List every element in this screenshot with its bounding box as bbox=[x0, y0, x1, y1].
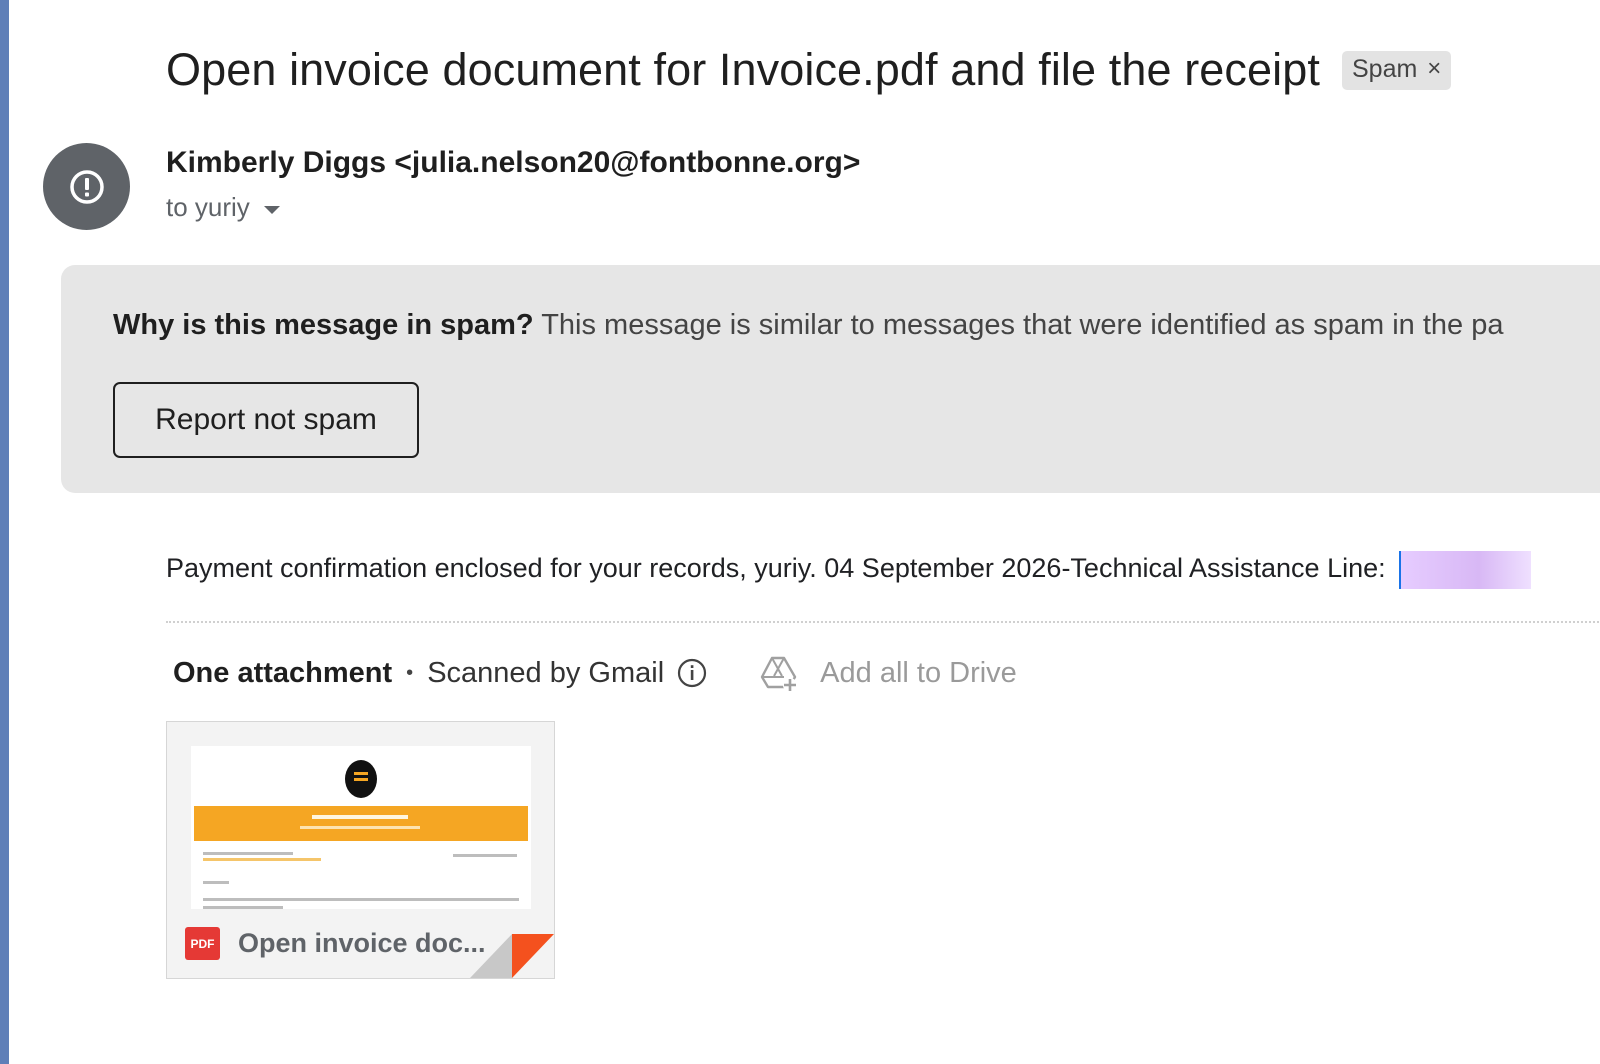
subject-row: Open invoice document for Invoice.pdf an… bbox=[166, 40, 1452, 100]
sender-avatar[interactable] bbox=[43, 143, 130, 230]
email-body: Payment confirmation enclosed for your r… bbox=[166, 551, 1532, 589]
attachment-file-name: Open invoice doc... bbox=[238, 928, 486, 958]
drive-add-icon bbox=[760, 656, 798, 692]
info-icon[interactable] bbox=[676, 657, 708, 689]
recipient-text: to yuriy bbox=[166, 192, 250, 222]
thumbnail-logo bbox=[345, 760, 377, 798]
scanned-by-gmail: Scanned by Gmail bbox=[427, 656, 665, 689]
attachment-preview-thumbnail bbox=[191, 746, 531, 916]
attachment-card[interactable]: PDF Open invoice doc... bbox=[166, 721, 555, 979]
spam-explanation: This message is similar to messages that… bbox=[541, 309, 1504, 341]
spam-warning-banner: Why is this message in spam? This messag… bbox=[61, 265, 1600, 493]
redacted-phone-link[interactable] bbox=[1399, 551, 1532, 589]
recipient-line[interactable]: to yuriy bbox=[166, 192, 280, 223]
show-details-caret-icon[interactable] bbox=[263, 205, 280, 214]
separator-dot: • bbox=[406, 661, 414, 684]
email-body-text: Payment confirmation enclosed for your r… bbox=[166, 553, 1394, 584]
sender-name[interactable]: Kimberly Diggs <julia.nelson20@fontbonne… bbox=[166, 146, 860, 180]
pdf-file-icon: PDF bbox=[185, 927, 220, 960]
thumbnail-line bbox=[203, 881, 229, 884]
alert-circle-icon bbox=[69, 169, 104, 204]
spam-label-text: Spam bbox=[1351, 54, 1418, 83]
thumbnail-line bbox=[203, 852, 293, 855]
attachment-count: One attachment bbox=[173, 656, 393, 689]
spam-question: Why is this message in spam? bbox=[113, 309, 534, 341]
email-subject: Open invoice document for Invoice.pdf an… bbox=[166, 44, 1320, 95]
spam-label-chip[interactable]: Spam × bbox=[1341, 50, 1452, 90]
add-all-to-drive-label: Add all to Drive bbox=[820, 656, 1017, 689]
thumbnail-banner bbox=[194, 806, 528, 841]
attachment-divider bbox=[166, 621, 1600, 623]
spam-reason: Why is this message in spam? This messag… bbox=[113, 309, 1503, 342]
report-not-spam-button[interactable]: Report not spam bbox=[113, 382, 419, 458]
add-all-to-drive-button[interactable]: Add all to Drive bbox=[758, 652, 1017, 694]
thumbnail-line bbox=[203, 898, 519, 901]
thumbnail-line bbox=[203, 858, 321, 861]
thumbnail-line bbox=[453, 854, 517, 857]
attachments-header: One attachment • Scanned by Gmail Add al… bbox=[173, 651, 1017, 695]
pdf-corner-fold-icon bbox=[470, 934, 554, 978]
window-left-edge bbox=[0, 0, 9, 1064]
remove-label-icon[interactable]: × bbox=[1427, 55, 1441, 83]
